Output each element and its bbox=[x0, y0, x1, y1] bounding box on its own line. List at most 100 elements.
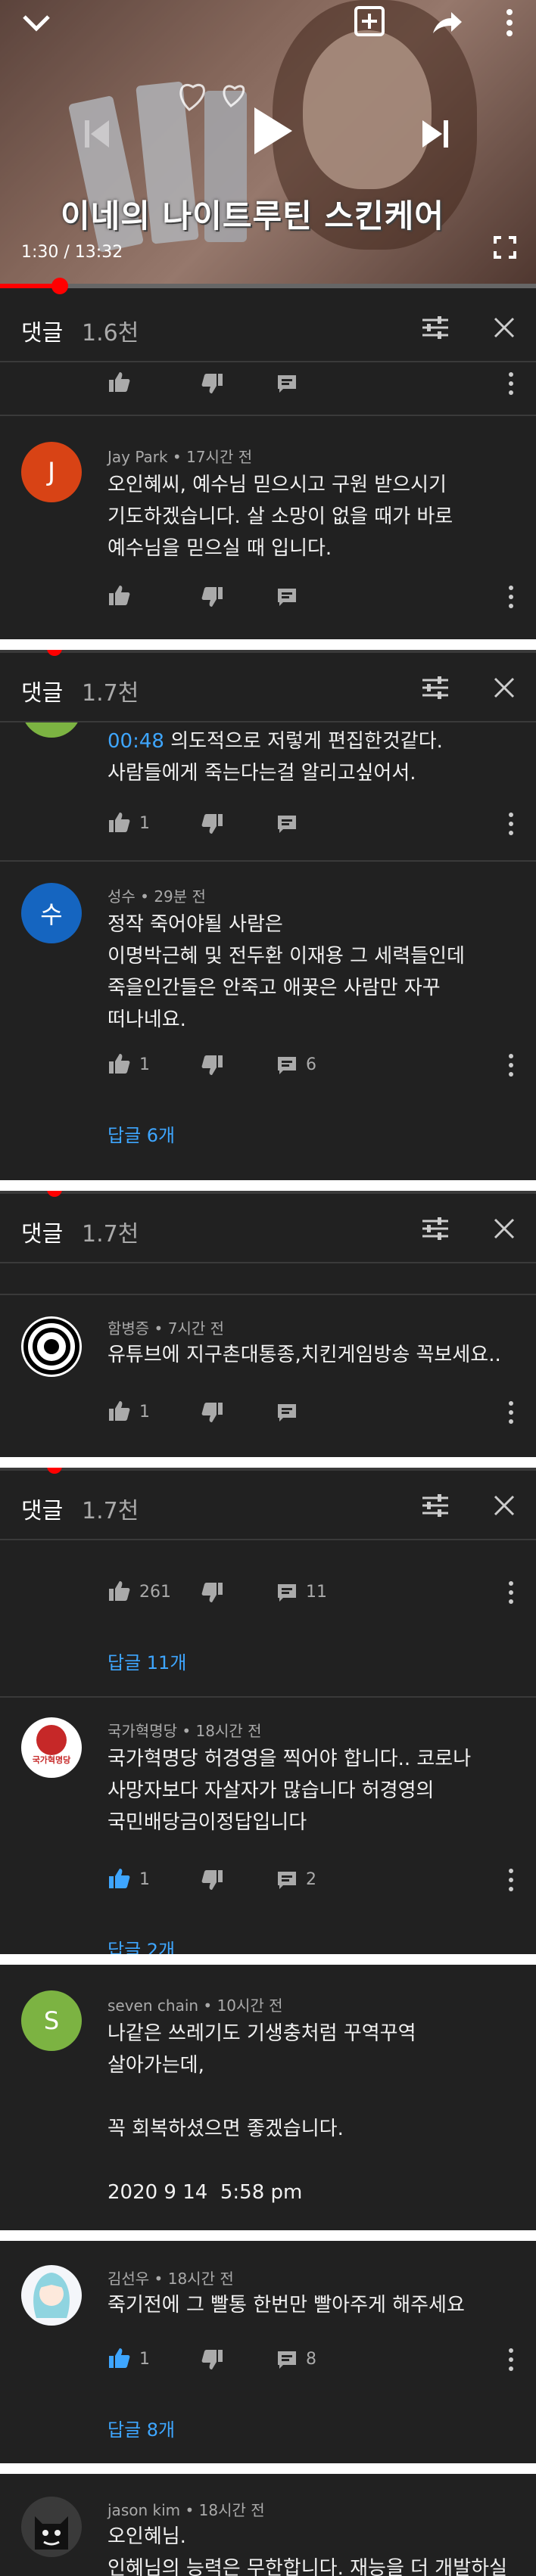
comment-meta: 국가혁명당 • 18시간 전 bbox=[108, 1722, 262, 1740]
comment-meta: Jay Park • 17시간 전 bbox=[108, 448, 253, 466]
comment-more-icon[interactable] bbox=[507, 1400, 515, 1425]
reply-icon[interactable] bbox=[276, 1054, 298, 1077]
view-replies-link[interactable]: 답글 8개 bbox=[108, 2415, 175, 2441]
comment-text: 유튜브에 지구촌대통종,치킨게임방송 꼭보세요.. bbox=[108, 1344, 501, 1366]
sort-filter-icon[interactable] bbox=[421, 315, 450, 340]
cat-avatar-icon[interactable] bbox=[21, 2497, 82, 2557]
comment-text: 00:48 의도적으로 저렇게 편집한것같다. 사람들에게 죽는다는걸 알리고싶어… bbox=[108, 730, 443, 785]
dislike-icon[interactable] bbox=[201, 2348, 224, 2371]
dislike-icon[interactable] bbox=[201, 372, 224, 395]
comment-author[interactable]: jason kim bbox=[108, 2501, 180, 2519]
next-icon[interactable] bbox=[421, 117, 451, 151]
more-options-icon[interactable] bbox=[504, 8, 515, 38]
reply-icon[interactable] bbox=[276, 2348, 298, 2371]
comment-author[interactable]: 국가혁명당 bbox=[108, 1722, 177, 1740]
add-to-playlist-icon[interactable] bbox=[353, 5, 386, 38]
comment-text: 국가혁명당 허경영을 찍어야 합니다.. 코로나 사망자보다 자살자가 많습니다 … bbox=[108, 1748, 472, 1834]
reply-icon[interactable] bbox=[276, 1401, 298, 1424]
dislike-icon[interactable] bbox=[201, 1869, 224, 1891]
screenshot-6: 김선우 • 18시간 전 죽기전에 그 빨통 한번만 빨아주게 해주세요 1 8… bbox=[0, 2241, 536, 2463]
view-replies-link[interactable]: 답글 11개 bbox=[108, 1648, 186, 1674]
screenshot-1: 이네의 나이트루틴 스킨케어 1:30 / 13:32 댓글 1.6천 J Ja… bbox=[0, 0, 536, 639]
share-icon[interactable] bbox=[430, 9, 463, 36]
comments-header: 댓글 1.7천 bbox=[0, 1472, 536, 1540]
dislike-icon[interactable] bbox=[201, 1401, 224, 1424]
comments-title: 댓글 bbox=[21, 1221, 64, 1248]
video-progress-bar[interactable] bbox=[0, 278, 536, 294]
comment-author[interactable]: 김선우 bbox=[108, 2270, 149, 2288]
heart-doodle-icon bbox=[179, 83, 245, 111]
like-count: 1 bbox=[139, 1403, 150, 1422]
reply-icon[interactable] bbox=[276, 1581, 298, 1604]
reply-icon[interactable] bbox=[276, 372, 298, 395]
dislike-icon[interactable] bbox=[201, 1054, 224, 1077]
sort-filter-icon[interactable] bbox=[421, 1493, 450, 1518]
view-replies-link[interactable]: 답글 2개 bbox=[108, 1935, 175, 1954]
like-icon-active[interactable] bbox=[108, 1867, 130, 1890]
like-icon-active[interactable] bbox=[108, 2347, 130, 2369]
comment-meta: 성수 • 29분 전 bbox=[108, 887, 206, 906]
reply-count: 11 bbox=[306, 1583, 327, 1602]
view-replies-link[interactable]: 답글 6개 bbox=[108, 1120, 175, 1147]
video-time: 1:30 / 13:32 bbox=[21, 243, 123, 262]
reply-icon[interactable] bbox=[276, 813, 298, 835]
comment-more-icon[interactable] bbox=[507, 584, 515, 610]
comment-meta: 함병증 • 7시간 전 bbox=[108, 1319, 225, 1338]
avatar[interactable]: S bbox=[21, 1990, 82, 2051]
comment-more-icon[interactable] bbox=[507, 1052, 515, 1078]
comment-more-icon[interactable] bbox=[507, 811, 515, 837]
comment-more-icon[interactable] bbox=[507, 1867, 515, 1893]
like-icon[interactable] bbox=[108, 1580, 130, 1602]
comment-time: 17시간 전 bbox=[186, 448, 253, 466]
play-icon[interactable] bbox=[251, 106, 294, 156]
video-player[interactable]: 이네의 나이트루틴 스킨케어 1:30 / 13:32 bbox=[0, 0, 536, 285]
close-icon[interactable] bbox=[492, 676, 516, 700]
comment-more-icon[interactable] bbox=[507, 2347, 515, 2372]
like-icon[interactable] bbox=[108, 1400, 130, 1422]
comment-author[interactable]: seven chain bbox=[108, 1996, 198, 2015]
anime-avatar-icon[interactable] bbox=[21, 2265, 82, 2326]
comments-count: 1.7천 bbox=[82, 680, 139, 707]
sort-filter-icon[interactable] bbox=[421, 676, 450, 700]
timestamp-link[interactable]: 00:48 bbox=[108, 730, 164, 753]
close-icon[interactable] bbox=[492, 315, 516, 340]
screenshot-5: S seven chain • 10시간 전 나같은 쓰레기도 기생충처럼 꾸역… bbox=[0, 1965, 536, 2230]
dislike-icon[interactable] bbox=[201, 1581, 224, 1604]
comment-more-icon[interactable] bbox=[507, 1580, 515, 1605]
comment-author[interactable]: 함병증 bbox=[108, 1319, 149, 1338]
comment-time: 18시간 전 bbox=[167, 2270, 234, 2288]
comment-text: 죽기전에 그 빨통 한번만 빨아주게 해주세요 bbox=[108, 2294, 465, 2317]
like-icon[interactable] bbox=[108, 371, 130, 393]
avatar[interactable] bbox=[21, 722, 82, 738]
like-icon[interactable] bbox=[108, 584, 130, 607]
comment-text: 나같은 쓰레기도 기생충처럼 꾸역꾸역 살아가는데, 꼭 회복하셨으면 좋겠습니다.… bbox=[108, 2022, 416, 2204]
like-count: 1 bbox=[139, 814, 150, 833]
comments-title: 댓글 bbox=[21, 1498, 64, 1524]
like-icon[interactable] bbox=[108, 811, 130, 834]
reply-count: 6 bbox=[306, 1055, 316, 1074]
comment-actions bbox=[108, 584, 471, 610]
dislike-icon[interactable] bbox=[201, 586, 224, 608]
dislike-icon[interactable] bbox=[201, 813, 224, 835]
close-icon[interactable] bbox=[492, 1217, 516, 1241]
reply-icon[interactable] bbox=[276, 1869, 298, 1891]
target-avatar-icon[interactable] bbox=[21, 1316, 82, 1377]
comment-author[interactable]: 성수 bbox=[108, 887, 136, 906]
reply-icon[interactable] bbox=[276, 586, 298, 608]
like-icon[interactable] bbox=[108, 1052, 130, 1075]
avatar[interactable]: 국가혁명당 bbox=[21, 1717, 82, 1778]
previous-icon[interactable] bbox=[83, 117, 111, 151]
avatar[interactable]: 수 bbox=[21, 883, 82, 943]
sort-filter-icon[interactable] bbox=[421, 1217, 450, 1241]
collapse-chevron-icon[interactable] bbox=[21, 11, 51, 33]
fullscreen-icon[interactable] bbox=[494, 236, 516, 259]
comment-time: 29분 전 bbox=[154, 887, 206, 906]
comment-more-icon[interactable] bbox=[507, 371, 515, 396]
reply-count: 8 bbox=[306, 2350, 316, 2369]
comment-meta: seven chain • 10시간 전 bbox=[108, 1996, 283, 2015]
comment-time: 18시간 전 bbox=[195, 1722, 262, 1740]
comment-author[interactable]: Jay Park bbox=[108, 448, 168, 466]
progress-scrubber[interactable] bbox=[51, 278, 68, 294]
avatar[interactable]: J bbox=[21, 442, 82, 502]
close-icon[interactable] bbox=[492, 1493, 516, 1518]
